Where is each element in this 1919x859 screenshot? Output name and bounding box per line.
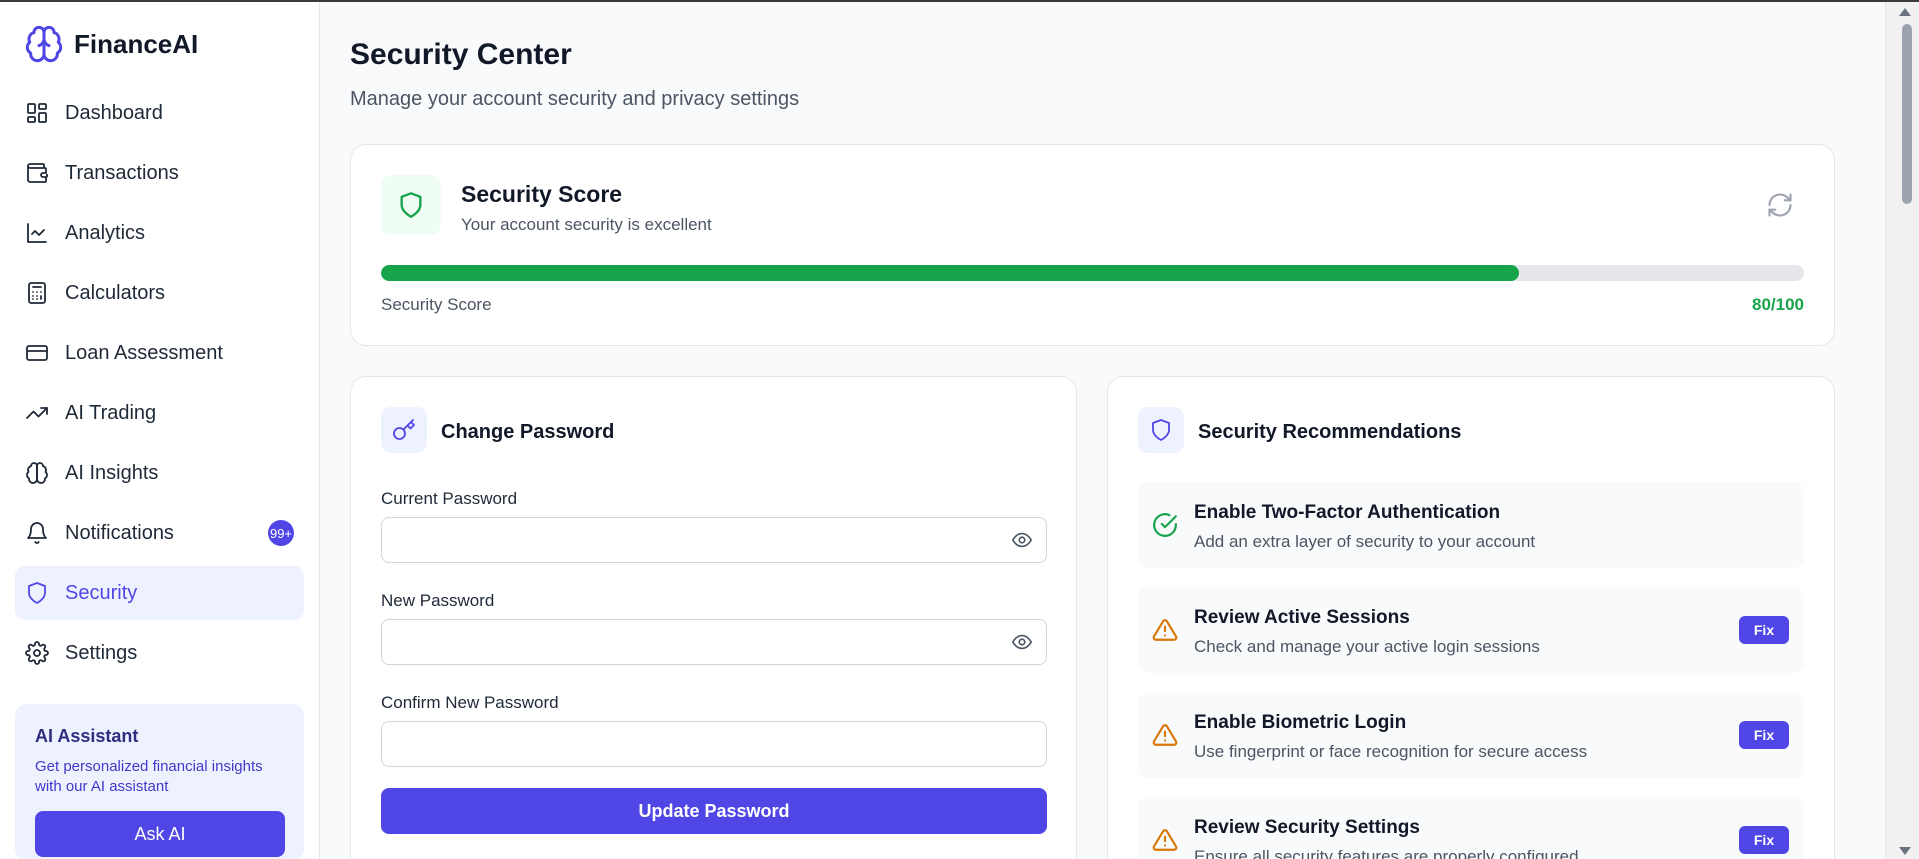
brand-logo[interactable]: FinanceAI [0,2,319,86]
security-score-progress-fill [381,265,1520,281]
scroll-down-arrow[interactable] [1899,847,1911,855]
ai-assistant-title: AI Assistant [35,726,139,746]
wallet-icon [27,163,48,183]
dashboard-icon [27,103,47,123]
recommendation-item: Enable Two-Factor Authentication Add an … [1138,482,1804,568]
eye-icon[interactable] [1011,631,1033,653]
sidebar-item-transactions[interactable]: Transactions [15,146,304,200]
score-description: Your account security is excellent [461,215,712,234]
sidebar-item-label: Notifications [65,521,174,544]
trending-up-icon [26,407,48,419]
sidebar: FinanceAI Dashboard Transactions Analyti… [0,2,320,859]
current-password-input[interactable] [381,517,1047,563]
warning-icon [1152,829,1178,851]
sidebar-item-ai-trading[interactable]: AI Trading [15,386,304,440]
notification-count-badge: 99+ [268,520,294,546]
fix-button[interactable]: Fix [1739,616,1789,644]
recommendation-description: Use fingerprint or face recognition for … [1194,742,1588,761]
brain-logo-icon [25,25,63,63]
security-score-progress [381,265,1804,281]
new-password-input[interactable] [381,619,1047,665]
sidebar-item-ai-insights[interactable]: AI Insights [15,446,304,500]
confirm-password-label: Confirm New Password [381,693,559,712]
recommendation-title: Enable Biometric Login [1194,712,1407,733]
ai-assistant-panel: AI Assistant Get personalized financial … [15,704,304,859]
sidebar-item-notifications[interactable]: Notifications 99+ [15,506,304,560]
sidebar-item-label: Security [65,581,138,604]
security-score-card: Security Score Your account security is … [350,144,1835,346]
score-bar-label: Security Score [381,295,492,314]
brain-icon [26,462,48,484]
warning-icon [1152,724,1178,746]
shield-icon [400,192,422,218]
recommendation-description: Add an extra layer of security to your a… [1194,532,1536,551]
recommendations-title: Security Recommendations [1198,421,1462,443]
sidebar-item-security[interactable]: Security [15,566,304,620]
confirm-password-input[interactable] [381,721,1047,767]
sidebar-item-calculators[interactable]: Calculators [15,266,304,320]
sidebar-item-label: Settings [65,641,138,664]
shield-icon [1152,419,1170,441]
change-password-title: Change Password [441,421,615,443]
sidebar-item-dashboard[interactable]: Dashboard [15,86,304,140]
recommendation-title: Enable Two-Factor Authentication [1194,502,1501,523]
ask-ai-button[interactable]: Ask AI [35,811,285,857]
recommendation-title: Review Active Sessions [1194,607,1410,628]
ai-assistant-description: Get personalized financial insights with… [35,758,263,795]
vertical-scrollbar[interactable] [1885,2,1919,859]
bell-icon [27,522,47,544]
fix-button[interactable]: Fix [1739,721,1789,749]
scroll-up-arrow[interactable] [1899,8,1911,16]
sidebar-item-analytics[interactable]: Analytics [15,206,304,260]
sidebar-item-loan-assessment[interactable]: Loan Assessment [15,326,304,380]
recommendation-title: Review Security Settings [1194,817,1420,838]
eye-icon[interactable] [1011,529,1033,551]
warning-icon [1152,619,1178,641]
scroll-thumb[interactable] [1902,24,1912,204]
check-circle-icon [1153,513,1177,537]
credit-card-icon [26,345,48,361]
sidebar-item-label: Analytics [65,221,146,244]
calculator-icon [28,282,46,304]
recommendation-description: Ensure all security features are properl… [1194,847,1579,859]
change-password-card: Change Password Current Password New Pas… [350,376,1077,859]
current-password-label: Current Password [381,489,518,508]
shield-icon [28,582,46,604]
sidebar-item-label: AI Insights [65,461,159,484]
sidebar-item-label: Dashboard [65,101,163,124]
score-title: Security Score [461,181,623,207]
recommendation-item: Enable Biometric Login Use fingerprint o… [1138,692,1804,778]
gear-icon [25,641,49,665]
sidebar-item-settings[interactable]: Settings [15,626,304,680]
score-icon-box [381,175,441,235]
score-value: 80/100 [1752,295,1804,314]
recommendation-description: Check and manage your active login sessi… [1194,637,1540,656]
key-icon [393,419,415,440]
sidebar-item-label: Transactions [65,161,179,184]
sidebar-item-label: AI Trading [65,401,157,424]
page-title: Security Center [350,38,572,71]
page-subtitle: Manage your account security and privacy… [350,88,800,110]
password-icon-box [381,407,427,453]
update-password-button[interactable]: Update Password [381,788,1047,834]
sidebar-item-label: Calculators [65,281,166,304]
recommendation-item: Review Active Sessions Check and manage … [1138,587,1804,673]
security-recommendations-card: Security Recommendations Enable Two-Fact… [1107,376,1835,859]
app-name: FinanceAI [74,28,199,59]
fix-button[interactable]: Fix [1739,826,1789,854]
line-chart-icon [27,223,47,243]
sidebar-nav: Dashboard Transactions Analytics Calcula… [0,86,319,680]
new-password-label: New Password [381,591,495,610]
recommendation-item: Review Security Settings Ensure all secu… [1138,797,1804,859]
sidebar-item-label: Loan Assessment [65,341,223,364]
recommendations-icon-box [1138,407,1184,453]
refresh-icon[interactable] [1766,191,1794,219]
